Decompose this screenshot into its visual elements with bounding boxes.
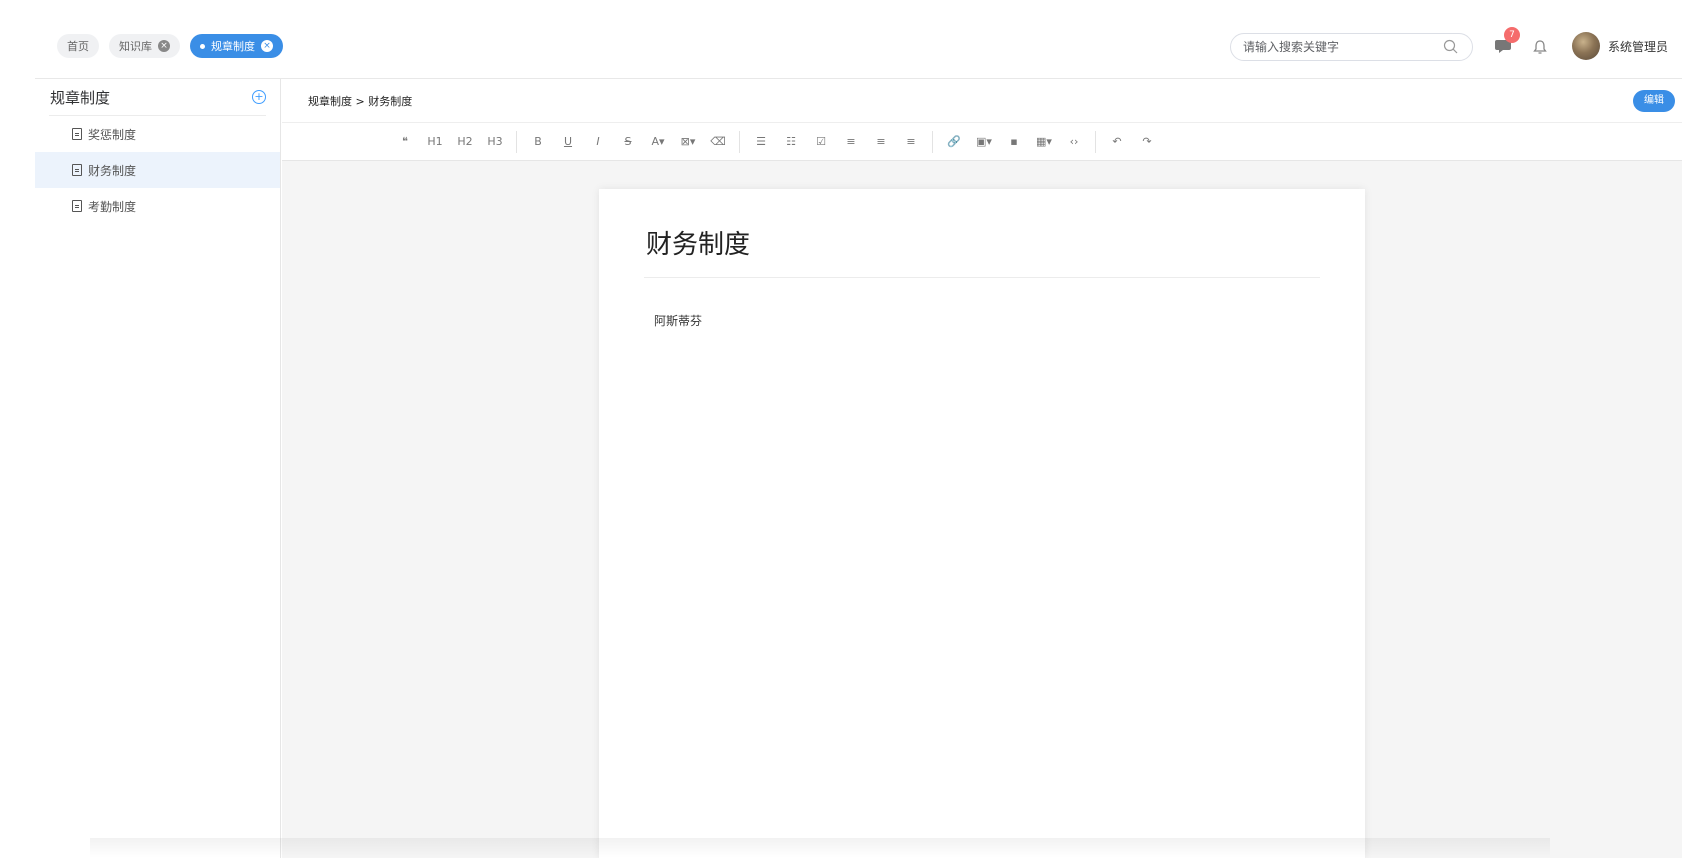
strikethrough-button[interactable]: S [613, 135, 643, 148]
italic-button[interactable]: I [583, 135, 613, 148]
document-icon [72, 200, 82, 212]
underline-button[interactable]: U [553, 135, 583, 148]
sidebar: 规章制度 + 奖惩制度 财务制度 考勤制度 [35, 79, 281, 858]
add-icon[interactable]: + [252, 90, 266, 104]
tab-home[interactable]: 首页 [57, 34, 99, 58]
edit-button[interactable]: 编辑 [1633, 90, 1675, 112]
editor-toolbar: ❝ H1 H2 H3 B U I S A▾ ⊠▾ ⌫ ☰ ☷ ☑ ≡ ≡ ≡ 🔗… [282, 123, 1682, 161]
avatar[interactable] [1572, 32, 1600, 60]
toolbar-divider [932, 130, 933, 153]
breadcrumb-bar: 规章制度 > 财务制度 编辑 [282, 79, 1682, 123]
sidebar-item-label: 财务制度 [88, 163, 137, 178]
top-bar: 首页 知识库 × 规章制度 × 7 系统管理员 [0, 0, 1682, 78]
clear-format-icon[interactable]: ⌫ [703, 135, 733, 148]
toolbar-divider [739, 130, 740, 153]
code-icon[interactable]: ‹› [1059, 135, 1089, 148]
table-icon[interactable]: ▦▾ [1029, 135, 1059, 148]
heading3-button[interactable]: H3 [480, 135, 510, 148]
toolbar-divider [1095, 130, 1096, 153]
sidebar-header: 规章制度 + [35, 79, 280, 115]
quote-icon[interactable]: ❝ [390, 135, 420, 148]
sidebar-item-rewards[interactable]: 奖惩制度 [35, 116, 280, 152]
breadcrumb: 规章制度 > 财务制度 [308, 94, 413, 108]
undo-icon[interactable]: ↶ [1102, 135, 1132, 148]
sidebar-title: 规章制度 [50, 88, 111, 107]
background-color-button[interactable]: ⊠▾ [673, 135, 703, 148]
document-page[interactable]: 财务制度 阿斯蒂芬 [599, 189, 1365, 858]
tab-knowledge-base[interactable]: 知识库 × [109, 34, 180, 58]
document-body[interactable]: 阿斯蒂芬 [654, 312, 702, 329]
image-icon[interactable]: ▣▾ [969, 135, 999, 148]
video-icon[interactable]: ▪ [999, 135, 1029, 148]
heading2-button[interactable]: H2 [450, 135, 480, 148]
todo-list-icon[interactable]: ☑ [806, 135, 836, 148]
align-left-icon[interactable]: ≡ [836, 135, 866, 148]
user-name[interactable]: 系统管理员 [1608, 38, 1668, 55]
tab-regulations[interactable]: 规章制度 × [190, 34, 283, 58]
bullet-list-icon[interactable]: ☰ [746, 135, 776, 148]
redo-icon[interactable]: ↷ [1132, 135, 1162, 148]
toolbar-divider [516, 130, 517, 153]
notification-badge: 7 [1504, 27, 1520, 43]
ordered-list-icon[interactable]: ☷ [776, 135, 806, 148]
active-dot-icon [200, 43, 205, 49]
message-button[interactable]: 7 [1493, 27, 1520, 54]
close-icon[interactable]: × [158, 40, 170, 52]
sidebar-item-finance[interactable]: 财务制度 [35, 152, 280, 188]
link-icon[interactable]: 🔗 [939, 135, 969, 148]
bell-icon[interactable] [1531, 38, 1549, 56]
search-input[interactable] [1243, 40, 1442, 54]
align-right-icon[interactable]: ≡ [896, 135, 926, 148]
document-title[interactable]: 财务制度 [646, 224, 750, 261]
sidebar-item-label: 奖惩制度 [88, 127, 137, 142]
tab-regulations-label: 规章制度 [211, 40, 255, 53]
main-content: 规章制度 > 财务制度 编辑 ❝ H1 H2 H3 B U I S A▾ ⊠▾ … [282, 79, 1682, 858]
font-color-button[interactable]: A▾ [643, 135, 673, 148]
tab-home-label: 首页 [67, 40, 89, 53]
bottom-shadow [90, 838, 1550, 858]
search-box [1230, 33, 1473, 61]
document-icon [72, 128, 82, 140]
bold-button[interactable]: B [523, 135, 553, 148]
sidebar-item-attendance[interactable]: 考勤制度 [35, 188, 280, 224]
search-icon[interactable] [1442, 38, 1460, 56]
editor-canvas: 财务制度 阿斯蒂芬 [282, 161, 1682, 858]
tab-knowledge-base-label: 知识库 [119, 40, 152, 53]
heading1-button[interactable]: H1 [420, 135, 450, 148]
close-icon[interactable]: × [261, 40, 273, 52]
sidebar-item-label: 考勤制度 [88, 199, 137, 214]
align-center-icon[interactable]: ≡ [866, 135, 896, 148]
document-icon [72, 164, 82, 176]
tab-strip: 首页 知识库 × 规章制度 × [57, 34, 283, 58]
title-divider [644, 277, 1320, 278]
